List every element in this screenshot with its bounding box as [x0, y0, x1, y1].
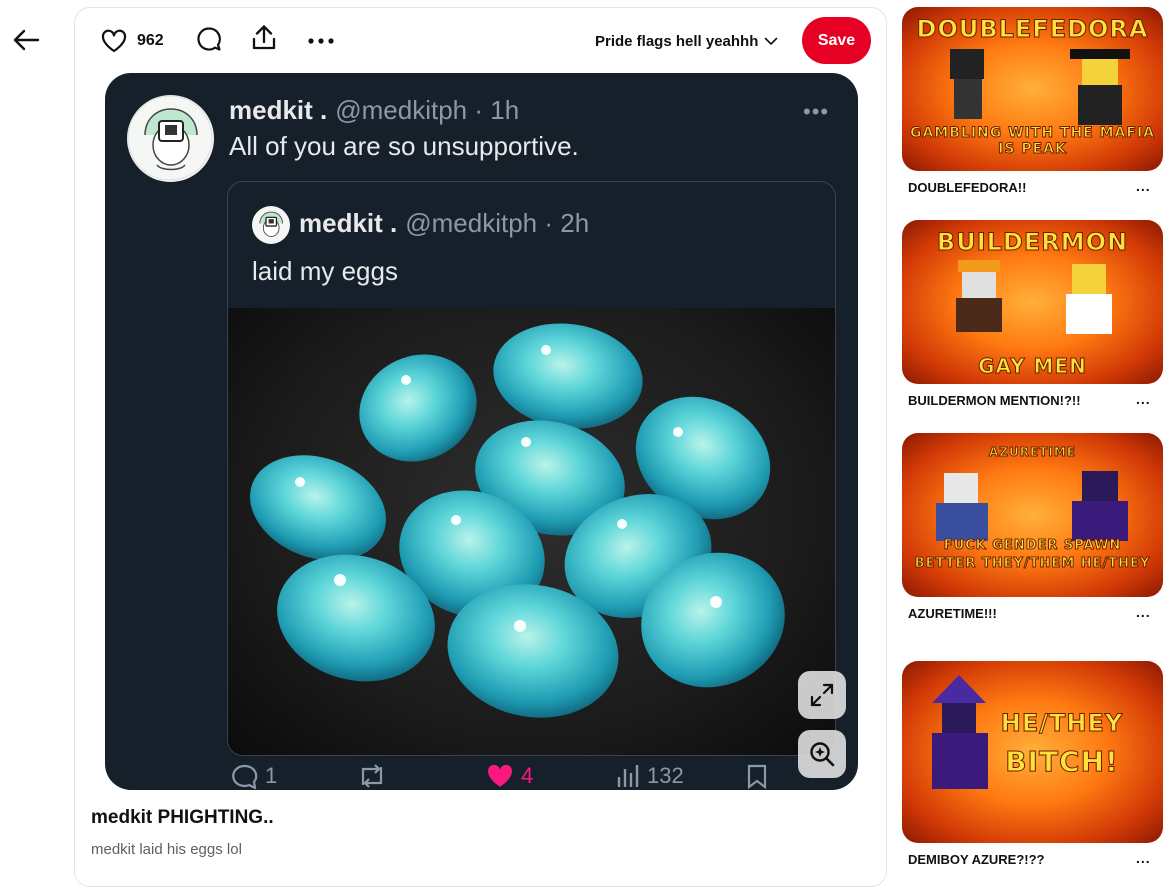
related-pin-thumbnail[interactable]: DOUBLEFEDORA GAMBLING WITH THE MAFIA IS …: [902, 7, 1163, 171]
related-pin-thumbnail[interactable]: BUILDERMON GAY MEN: [902, 220, 1163, 384]
board-name: Pride flags hell yeahhh: [595, 32, 759, 50]
views-action: 132: [615, 763, 684, 789]
reply-count: 1: [265, 763, 278, 788]
retweet-icon: [361, 764, 383, 788]
related-pin-title: DEMIBOY AZURE?!??: [908, 852, 1045, 867]
eggs-photo: [228, 308, 835, 755]
thumb-caption: GAMBLING WITH THE MAFIA IS PEAK: [909, 125, 1155, 158]
chevron-down-icon: [765, 37, 778, 46]
back-button[interactable]: [8, 22, 44, 58]
reply-action: 1: [231, 763, 277, 789]
view-count: 132: [647, 763, 684, 788]
tweet-handle: @medkitph · 1h: [335, 95, 520, 125]
bookmark-action: [745, 763, 769, 789]
lens-search-icon: [810, 742, 835, 767]
thumb-title: HE/THEY: [1000, 709, 1124, 738]
related-pin-title: BUILDERMON MENTION!?!!: [908, 393, 1081, 408]
like-action: 4: [485, 763, 533, 789]
related-pin-thumbnail[interactable]: AZURETIME FUCK GENDER SPAWN BETTER THEY/…: [902, 433, 1163, 597]
related-pin-thumbnail[interactable]: HE/THEY BITCH!: [902, 661, 1163, 843]
avatar-illustration: [127, 95, 213, 181]
visual-search-button[interactable]: [798, 730, 846, 778]
save-button[interactable]: Save: [802, 17, 871, 64]
arrow-left-icon: [13, 29, 40, 51]
thumb-caption: BITCH!: [1005, 745, 1119, 779]
heart-filled-icon: [488, 764, 512, 787]
eggs-illustration: [250, 323, 785, 718]
board-selector[interactable]: Pride flags hell yeahhh: [595, 28, 778, 54]
quoted-text: laid my eggs: [252, 256, 398, 286]
like-count: 962: [137, 32, 164, 49]
pin-description: medkit laid his eggs lol: [91, 841, 242, 858]
quoted-display-name: medkit .: [299, 208, 398, 238]
related-pin-more-button[interactable]: ...: [1136, 850, 1151, 866]
quoted-author: medkit . @medkitph · 2h: [299, 208, 589, 239]
related-pin-title: AZURETIME!!!: [908, 606, 997, 621]
related-pin-more-button[interactable]: ...: [1136, 178, 1151, 194]
tweet-author: medkit . @medkitph · 1h: [229, 95, 519, 126]
heart-icon: [101, 29, 127, 53]
avatar-illustration: [252, 206, 290, 244]
pin-image[interactable]: medkit . @medkitph · 1h ••• All of you ar…: [105, 73, 858, 790]
tweet-avatar: [127, 95, 214, 182]
bookmark-icon: [747, 764, 767, 789]
tweet-display-name: medkit .: [229, 95, 328, 125]
tweet-like-count: 4: [521, 763, 534, 788]
share-icon: [252, 25, 276, 50]
quoted-avatar: [252, 206, 290, 244]
retweet-action: [357, 763, 387, 789]
bar-chart-icon: [617, 765, 639, 787]
ellipsis-icon: [308, 38, 334, 44]
comment-button[interactable]: [196, 26, 222, 52]
thumb-caption: GAY MEN: [978, 354, 1087, 379]
quoted-handle: @medkitph · 2h: [405, 208, 590, 238]
reply-icon: [232, 764, 258, 789]
pin-title: medkit PHIGHTING..: [91, 807, 274, 828]
tweet-actions: 1 4 132: [105, 763, 858, 790]
comment-icon: [197, 27, 221, 51]
share-button[interactable]: [251, 24, 277, 52]
like-button[interactable]: 962: [101, 26, 164, 56]
pin-card: 962 Pride flags hell yeahhh Save medkit …: [74, 7, 887, 887]
expand-icon: [810, 683, 834, 707]
related-pin-more-button[interactable]: ...: [1136, 604, 1151, 620]
related-pin-title: DOUBLEFEDORA!!: [908, 180, 1027, 195]
expand-button[interactable]: [798, 671, 846, 719]
quoted-tweet: medkit . @medkitph · 2h laid my eggs: [227, 181, 836, 756]
tweet-text: All of you are so unsupportive.: [229, 131, 579, 161]
related-pin-more-button[interactable]: ...: [1136, 391, 1151, 407]
thumb-caption: FUCK GENDER SPAWN BETTER THEY/THEM HE/TH…: [914, 538, 1151, 572]
tweet-more-icon: •••: [803, 99, 830, 124]
more-options-button[interactable]: [307, 28, 335, 54]
pin-toolbar: 962 Pride flags hell yeahhh Save: [75, 8, 886, 74]
